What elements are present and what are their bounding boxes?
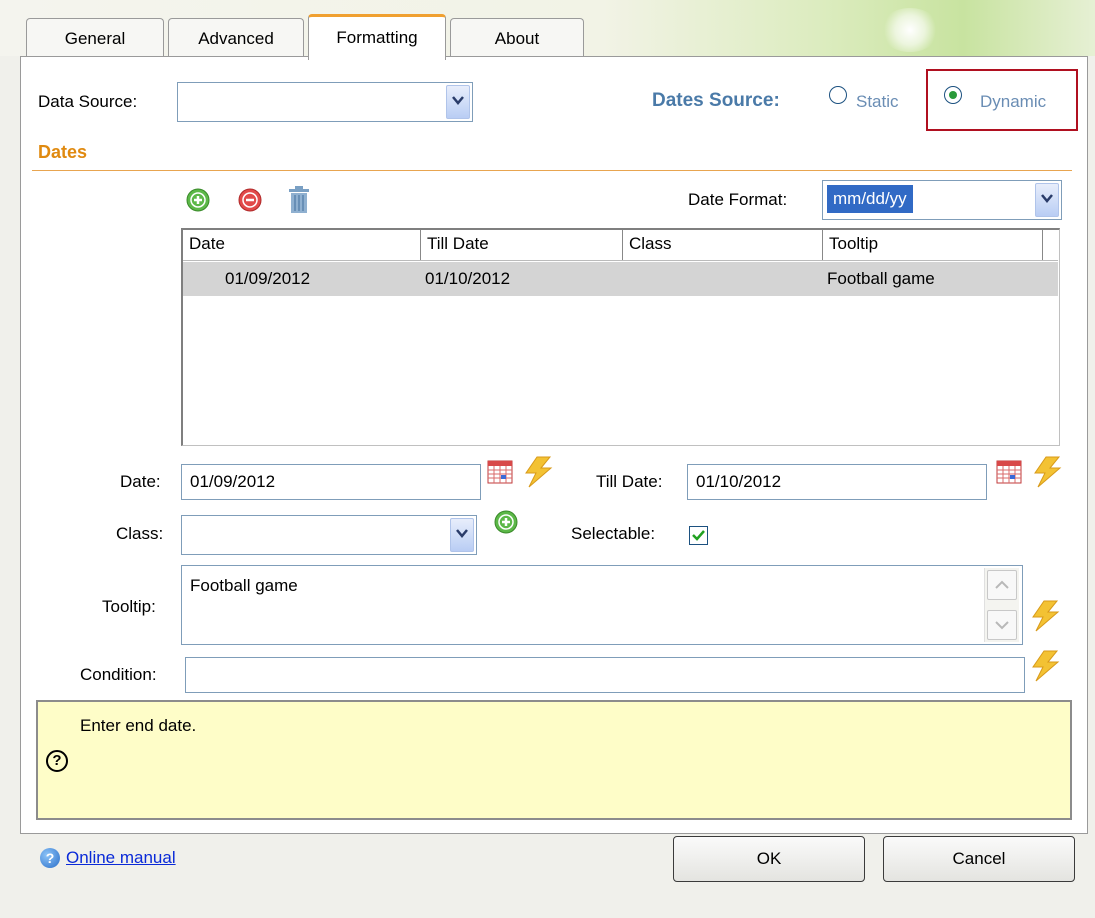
tooltip-textarea[interactable]: Football game bbox=[181, 565, 1023, 645]
check-icon bbox=[692, 530, 705, 541]
chevron-down-icon[interactable] bbox=[450, 518, 474, 552]
tab-general[interactable]: General bbox=[26, 18, 164, 58]
radio-dynamic[interactable] bbox=[944, 86, 962, 104]
date-format-value: mm/dd/yy bbox=[827, 185, 913, 213]
ok-button[interactable]: OK bbox=[673, 836, 865, 882]
tab-about[interactable]: About bbox=[450, 18, 584, 58]
decorative-glow bbox=[880, 8, 940, 52]
date-field[interactable]: 01/09/2012 bbox=[181, 464, 481, 500]
radio-static[interactable] bbox=[829, 86, 847, 104]
till-date-label: Till Date: bbox=[596, 472, 663, 491]
condition-label: Condition: bbox=[80, 665, 157, 684]
online-manual-link[interactable]: Online manual bbox=[66, 848, 176, 868]
trash-icon[interactable] bbox=[286, 186, 312, 214]
column-header-till-date[interactable]: Till Date bbox=[421, 230, 623, 260]
data-source-combo[interactable] bbox=[177, 82, 473, 122]
column-header-tooltip[interactable]: Tooltip bbox=[823, 230, 1043, 260]
tab-advanced[interactable]: Advanced bbox=[168, 18, 304, 58]
tab-formatting[interactable]: Formatting bbox=[308, 14, 446, 60]
cell-date: 01/09/2012 bbox=[225, 269, 311, 288]
scrollbar[interactable] bbox=[984, 568, 1019, 642]
tooltip-text: Football game bbox=[190, 576, 298, 595]
class-combo[interactable] bbox=[181, 515, 477, 555]
condition-field[interactable] bbox=[185, 657, 1025, 693]
date-format-label: Date Format: bbox=[688, 190, 788, 209]
bolt-icon[interactable] bbox=[1030, 600, 1060, 632]
till-date-field[interactable]: 01/10/2012 bbox=[687, 464, 987, 500]
class-label: Class: bbox=[116, 524, 164, 543]
chevron-down-icon[interactable] bbox=[1035, 183, 1059, 217]
bolt-icon[interactable] bbox=[1030, 650, 1060, 682]
radio-dynamic-label[interactable]: Dynamic bbox=[980, 92, 1046, 112]
dates-source-label: Dates Source: bbox=[652, 90, 780, 111]
selectable-label: Selectable: bbox=[571, 524, 656, 543]
data-source-label: Data Source: bbox=[38, 92, 138, 111]
help-link-icon[interactable]: ? bbox=[40, 848, 60, 868]
date-format-combo[interactable]: mm/dd/yy bbox=[822, 180, 1062, 220]
bolt-icon[interactable] bbox=[523, 456, 553, 488]
scroll-down-icon[interactable] bbox=[987, 610, 1017, 640]
grid-header: Date Till Date Class Tooltip bbox=[183, 230, 1058, 261]
radio-dot-icon bbox=[948, 90, 957, 99]
scroll-up-icon[interactable] bbox=[987, 570, 1017, 600]
help-panel: Enter end date. ? bbox=[36, 700, 1072, 820]
bolt-icon[interactable] bbox=[1032, 456, 1062, 488]
calendar-icon[interactable] bbox=[487, 460, 513, 484]
dates-grid[interactable]: Date Till Date Class Tooltip 01/09/2012 … bbox=[181, 228, 1060, 446]
tooltip-label: Tooltip: bbox=[102, 597, 156, 616]
calendar-icon[interactable] bbox=[996, 460, 1022, 484]
table-row[interactable]: 01/09/2012 01/10/2012 Football game bbox=[183, 262, 1058, 296]
section-divider bbox=[32, 170, 1072, 171]
remove-date-icon[interactable] bbox=[238, 188, 262, 212]
date-label: Date: bbox=[120, 472, 161, 491]
help-icon: ? bbox=[46, 750, 68, 772]
section-title-dates: Dates bbox=[38, 142, 88, 162]
radio-static-label[interactable]: Static bbox=[856, 92, 899, 112]
add-class-icon[interactable] bbox=[494, 510, 518, 534]
column-header-date[interactable]: Date bbox=[183, 230, 421, 260]
column-header-class[interactable]: Class bbox=[623, 230, 823, 260]
cell-tooltip: Football game bbox=[827, 269, 935, 288]
add-date-icon[interactable] bbox=[186, 188, 210, 212]
help-text: Enter end date. bbox=[80, 716, 197, 735]
chevron-down-icon[interactable] bbox=[446, 85, 470, 119]
cancel-button[interactable]: Cancel bbox=[883, 836, 1075, 882]
cell-till-date: 01/10/2012 bbox=[425, 269, 511, 288]
selectable-checkbox[interactable] bbox=[689, 526, 708, 545]
